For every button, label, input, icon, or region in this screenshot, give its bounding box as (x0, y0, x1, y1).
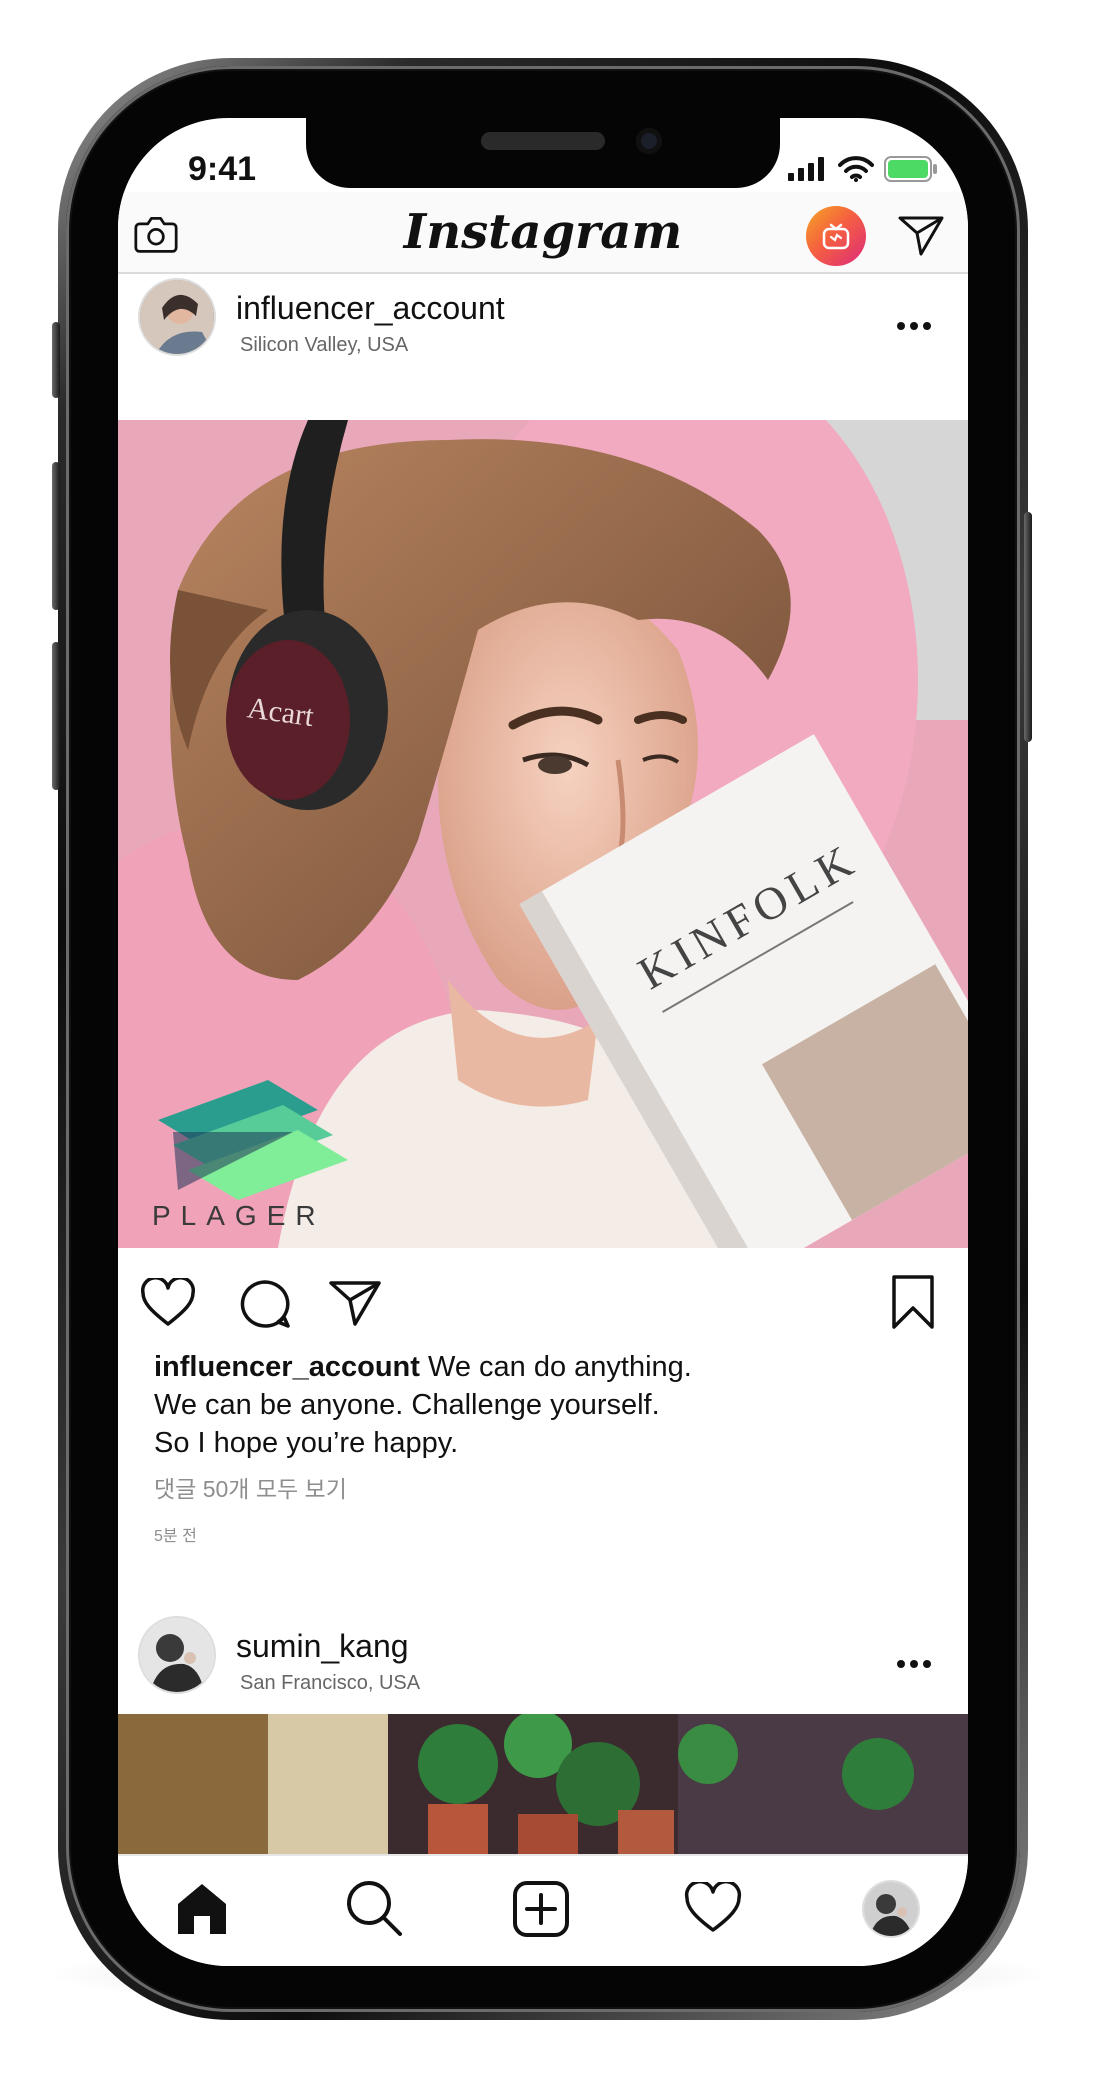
more-options-icon[interactable] (896, 1634, 932, 1679)
post-photo[interactable]: Acart KINFOLK PLAGER (118, 420, 968, 1248)
caption-line-2: We can be anyone. Challenge yourself. (154, 1389, 660, 1421)
bottom-tab-bar (118, 1854, 968, 1966)
caption-username[interactable]: influencer_account (154, 1351, 420, 1383)
post-caption: influencer_account We can do anything. W… (154, 1348, 944, 1462)
speaker-grille (481, 132, 605, 150)
notch (306, 118, 780, 188)
home-icon[interactable] (174, 1880, 230, 1936)
avatar[interactable] (140, 1618, 214, 1692)
signal-icon (788, 157, 824, 181)
bookmark-icon[interactable] (890, 1274, 936, 1330)
post-timestamp: 5분 전 (154, 1528, 197, 1545)
watermark-text: PLAGER (152, 1200, 326, 1231)
post-header: sumin_kang San Francisco, USA (118, 1604, 968, 1708)
view-all-comments-link[interactable]: 댓글 50개 모두 보기 (154, 1470, 347, 1504)
like-heart-icon[interactable] (140, 1278, 196, 1328)
wifi-icon (838, 156, 874, 182)
avatar[interactable] (140, 280, 214, 354)
status-icons (788, 156, 938, 182)
igtv-icon[interactable] (806, 206, 866, 266)
more-options-icon[interactable] (896, 296, 932, 341)
power-button (1024, 512, 1032, 742)
direct-icon[interactable] (896, 212, 946, 258)
profile-avatar[interactable] (864, 1882, 918, 1936)
new-post-icon[interactable] (512, 1880, 570, 1938)
status-time: 9:41 (188, 150, 257, 188)
phone-screen: 9:41 Instagram influencer_account Silico… (118, 118, 968, 1966)
mute-switch (52, 322, 60, 398)
volume-down-button (52, 642, 60, 790)
search-icon[interactable] (344, 1878, 404, 1938)
battery-icon (884, 156, 937, 182)
post-location[interactable]: Silicon Valley, USA (240, 334, 408, 357)
post-location[interactable]: San Francisco, USA (240, 1672, 420, 1695)
comment-icon[interactable] (238, 1278, 292, 1330)
top-bar: Instagram (118, 192, 968, 274)
post-username[interactable]: sumin_kang (236, 1628, 409, 1665)
front-camera (636, 128, 662, 154)
caption-line-3: So I hope you’re happy. (154, 1427, 459, 1459)
post-photo-illustration: Acart KINFOLK PLAGER (118, 420, 968, 1248)
activity-heart-icon[interactable] (684, 1882, 742, 1934)
volume-up-button (52, 462, 60, 610)
share-icon[interactable] (328, 1278, 382, 1328)
caption-line-1: We can do anything. (427, 1351, 692, 1383)
post-action-bar (118, 1248, 968, 1358)
post-header: influencer_account Silicon Valley, USA (118, 276, 968, 378)
post-username[interactable]: influencer_account (236, 290, 505, 327)
post-photo[interactable] (118, 1714, 968, 1854)
